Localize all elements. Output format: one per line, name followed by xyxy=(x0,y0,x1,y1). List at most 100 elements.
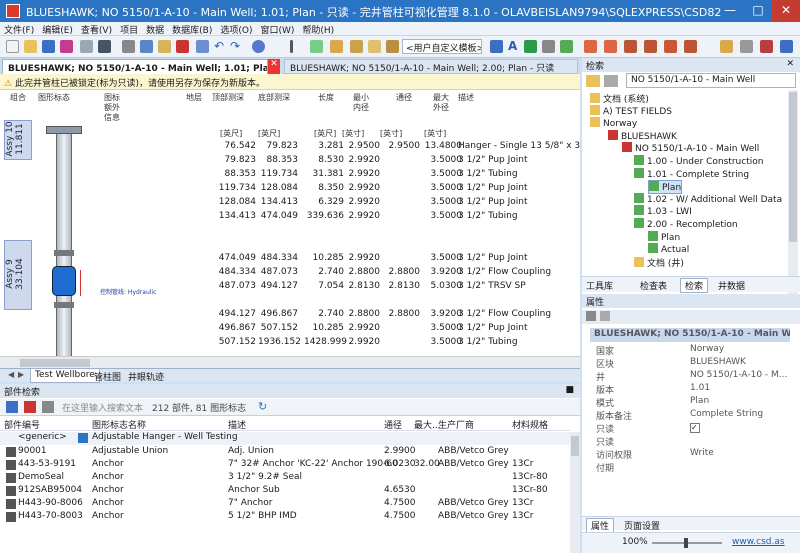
tree-node[interactable]: 1.03 - LWI xyxy=(634,205,692,217)
tree-node[interactable]: 文档 (井) xyxy=(634,256,684,269)
parts-vertical-scrollbar[interactable] xyxy=(570,432,580,553)
paste-icon[interactable] xyxy=(158,40,171,53)
grid-row[interactable]: 128.084 134.413 6.329 2.9920 3.5000 3 1/2" Pu… xyxy=(0,196,580,210)
tree-scroll-thumb[interactable] xyxy=(789,92,797,242)
menu-options[interactable]: 选项(O) xyxy=(216,22,256,37)
doc-tab-1[interactable]: BLUESHAWK; NO 5150/1-A-10 - Main Well; 1… xyxy=(2,59,268,74)
col-part-no[interactable]: 部件编号 xyxy=(4,418,40,431)
tree-node[interactable]: 文档 (系统) xyxy=(590,92,649,105)
grid-row[interactable]: 487.073 494.127 7.054 2.8130 2.8130 5.0300 3 1… xyxy=(0,280,580,294)
home-icon[interactable] xyxy=(586,75,600,87)
tool-icon[interactable] xyxy=(368,40,381,53)
hanger-icon[interactable] xyxy=(330,40,343,53)
tree-node[interactable]: 2.00 - Recompletion xyxy=(634,218,738,230)
col-min-id[interactable]: 最小 内径 xyxy=(350,93,372,113)
print-icon[interactable] xyxy=(80,40,93,53)
parts-row[interactable]: DemoSeal Anchor 3 1/2" 9.2# Seal 13Cr-80 xyxy=(0,472,570,485)
parts-scroll-thumb[interactable] xyxy=(571,436,579,456)
tree-node[interactable]: BLUESHAWK xyxy=(608,129,677,142)
tab-search[interactable]: 检索 xyxy=(680,278,709,293)
stack-icon[interactable] xyxy=(720,40,733,53)
tree-node[interactable]: NO 5150/1-A-10 - Main Well xyxy=(622,142,759,154)
grid-row[interactable]: 496.867 507.152 10.285 2.9920 3.5000 3 1/2" P… xyxy=(0,322,580,336)
col-material[interactable]: 材料规格 xyxy=(512,418,548,431)
col-part-max[interactable]: 最大... xyxy=(414,418,441,431)
horizontal-scrollbar[interactable] xyxy=(0,356,580,368)
col-assembly[interactable]: 组合 xyxy=(10,93,26,103)
plan-only-icon[interactable] xyxy=(684,40,697,53)
tally-icon[interactable] xyxy=(664,40,677,53)
hanger-graphic[interactable] xyxy=(46,126,82,134)
tree-scrollbar[interactable] xyxy=(788,90,798,300)
sort-icon[interactable] xyxy=(24,401,36,413)
parts-row[interactable]: 443-53-9191 Anchor 7" 32# Anchor 'KC-22' A… xyxy=(0,459,570,472)
h-scroll-thumb[interactable] xyxy=(20,359,90,367)
property-row[interactable]: 付期 xyxy=(590,461,785,474)
menu-help[interactable]: 帮助(H) xyxy=(298,22,338,37)
tab-scroll-right-icon[interactable]: ▶ xyxy=(14,369,28,383)
col-drift[interactable]: 通径 xyxy=(396,93,412,103)
tree-node[interactable]: A) TEST FIELDS xyxy=(590,104,672,117)
tree-node[interactable]: Actual xyxy=(648,243,689,255)
group-icon[interactable] xyxy=(6,401,18,413)
tab-well-data[interactable]: 井数据 xyxy=(718,279,745,292)
tree-node[interactable]: 1.01 - Complete String xyxy=(634,167,749,180)
col-formation[interactable]: 地层 xyxy=(186,93,202,103)
website-link[interactable]: www.csd.as xyxy=(732,537,785,547)
tab-toolbox[interactable]: 工具库 xyxy=(586,279,613,292)
close-tab-icon[interactable]: ✕ xyxy=(268,59,280,74)
help-icon[interactable] xyxy=(780,40,793,53)
tree-node[interactable]: 1.02 - W/ Additional Well Data xyxy=(634,192,782,205)
filter-icon[interactable] xyxy=(42,401,54,413)
column-icon[interactable] xyxy=(290,40,293,53)
new-file-icon[interactable] xyxy=(6,40,19,53)
map-icon[interactable] xyxy=(524,40,537,53)
col-manufacturer[interactable]: 生产厂商 xyxy=(438,418,474,431)
joint-icon[interactable] xyxy=(386,40,399,53)
template-combo[interactable]: <用户自定义模板> xyxy=(402,39,482,54)
grid-row[interactable]: 76.542 79.823 3.281 2.9500 2.9500 13.4800 Hang… xyxy=(0,140,581,154)
print-preview-icon[interactable] xyxy=(98,40,111,53)
property-row[interactable]: 井 NO 5150/1-A-10 - M... xyxy=(590,370,787,383)
tab-checklist[interactable]: 检查表 xyxy=(640,279,667,292)
parts-row[interactable]: H443-90-8006 Anchor 7" Anchor 4.7500 ABB/Vet… xyxy=(0,498,570,511)
text-icon[interactable]: A xyxy=(508,40,521,53)
doc-tab-2[interactable]: BLUESHAWK; NO 5150/1-A-10 - Main Well; 2… xyxy=(284,59,578,74)
image-icon[interactable] xyxy=(490,40,503,53)
property-row[interactable]: 模式 Plan xyxy=(590,396,785,409)
menu-edit[interactable]: 编辑(E) xyxy=(38,22,77,37)
grid-row[interactable]: 134.413 474.049 339.636 2.9920 3.5000 3 1/2" … xyxy=(0,210,580,224)
pipe-icon[interactable] xyxy=(350,40,363,53)
parts-row[interactable]: H443-70-8003 Anchor 5 1/2" BHP IMD 4.7500 AB… xyxy=(0,511,570,524)
grid-row[interactable]: 474.049 484.334 10.285 2.9920 3.5000 3 1/2" P… xyxy=(0,252,580,266)
grid-row[interactable]: 484.334 487.073 2.740 2.8800 2.8800 3.9200 3 1… xyxy=(0,266,580,280)
property-row[interactable]: 只读 ✓ xyxy=(590,422,785,435)
copy-icon[interactable] xyxy=(140,40,153,53)
tally-exist-icon[interactable] xyxy=(624,40,637,53)
property-row[interactable]: 区块 BLUESHAWK xyxy=(590,357,785,370)
parts-generic-row[interactable]: <generic> Adjustable Hanger - Well Testi… xyxy=(0,432,570,445)
menu-view[interactable]: 查看(V) xyxy=(77,22,116,37)
col-part-drift[interactable]: 通径 xyxy=(384,418,402,431)
grid-row[interactable]: 88.353 119.734 31.381 2.9920 3.5000 3 1/2" Tu… xyxy=(0,168,580,182)
property-row[interactable]: 版本备注 Complete String xyxy=(590,409,785,422)
grid-row[interactable]: 494.127 496.867 2.740 2.8800 2.8800 3.9200 3 1… xyxy=(0,308,580,322)
tab-page-setup[interactable]: 页面设置 xyxy=(624,519,660,532)
zoom-slider-thumb[interactable] xyxy=(684,538,688,548)
trash-icon[interactable] xyxy=(740,40,753,53)
minimize-button[interactable]: — xyxy=(716,0,744,22)
property-row[interactable]: 访问权限 Write xyxy=(590,448,785,461)
col-top-md[interactable]: 顶部测深 xyxy=(212,93,244,103)
col-description[interactable]: 描述 xyxy=(458,93,474,103)
col-bottom-md[interactable]: 底部测深 xyxy=(258,93,290,103)
categorized-icon[interactable] xyxy=(586,311,596,321)
parts-row[interactable]: 912SAB95004 Anchor Anchor Sub 4.6530 13Cr-80 xyxy=(0,485,570,498)
col-max-od[interactable]: 最大 外径 xyxy=(430,93,452,113)
book-icon[interactable] xyxy=(760,40,773,53)
menu-file[interactable]: 文件(F) xyxy=(0,22,38,37)
close-button[interactable]: ✕ xyxy=(772,0,800,22)
search-input[interactable]: 在这里输入搜索文本 xyxy=(62,401,143,414)
export-icon[interactable] xyxy=(60,40,73,53)
globe-icon[interactable] xyxy=(252,40,265,53)
refresh-icon[interactable]: ↻ xyxy=(258,400,267,413)
